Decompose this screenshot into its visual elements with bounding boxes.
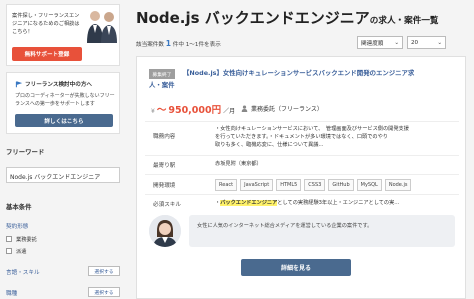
job-type-heading: 職種 bbox=[6, 291, 18, 297]
desc-line: 取りも多く、臨機応変に、仕様について異議... bbox=[215, 142, 324, 148]
beginner-description: プロのコーディネーターが失敗しないフリーランスへの第一歩をサポートします bbox=[15, 93, 115, 107]
person-icon bbox=[241, 105, 248, 112]
main-content: Node.js バックエンドエンジニアの求人・案件一覧 該当案件数 1 件中 1… bbox=[136, 0, 466, 299]
required-skills: ・バックエンドエンジニアとしての実務経験3年以上・エンジニアとしての実... bbox=[215, 199, 455, 207]
free-support-button[interactable]: 無料サポート登録 bbox=[12, 47, 82, 61]
row-value: ・女性向けキュレーションサービスにおいて、 管理画面及びサービス側の開発支援 を… bbox=[215, 125, 455, 149]
salary: ¥ 〜 950,000円 ／月 bbox=[151, 102, 235, 116]
view-details-button[interactable]: 詳細を見る bbox=[241, 259, 351, 276]
checkbox[interactable] bbox=[6, 236, 12, 242]
beginner-panel: フリーランス検討中の方へ プロのコーディネーターが失敗しないフリーランスへの第一… bbox=[6, 72, 120, 134]
status-badge: 募集終了 bbox=[149, 69, 175, 79]
support-banner[interactable]: 案件探し・フリーランスエンジニアになるためのご相談はこちら！ 無料サポート登録 bbox=[6, 4, 120, 66]
flag-icon bbox=[15, 80, 22, 87]
freeword-heading: フリーワード bbox=[6, 148, 45, 156]
salary-value: 950,000円 bbox=[168, 105, 222, 116]
chevron-down-icon: ⌄ bbox=[437, 39, 442, 46]
job-title-cont[interactable]: 人・案件 bbox=[149, 80, 175, 89]
row-description: 職務内容 ・女性向けキュレーションサービスにおいて、 管理画面及びサービス側の開… bbox=[145, 121, 459, 155]
row-label: 開発環境 bbox=[153, 183, 176, 189]
count-number: 1 bbox=[165, 39, 171, 48]
count-prefix: 該当案件数 bbox=[136, 42, 164, 48]
skills-list: React JavaScript HTML5 CSS3 GitHub MySQL Node.… bbox=[215, 179, 455, 191]
checkbox-label: 業務委託 bbox=[16, 236, 37, 243]
checkbox-outsourcing[interactable]: 業務委託 bbox=[6, 235, 66, 243]
consultants-image bbox=[87, 11, 117, 43]
skill-tag: MySQL bbox=[356, 179, 382, 191]
job-card: 募集終了 【Node.js】女性向けキュレーションサービスバックエンド開発のエン… bbox=[136, 56, 466, 299]
avatar bbox=[149, 215, 181, 247]
skill-tag: HTML5 bbox=[276, 179, 302, 191]
salary-prefix: 〜 bbox=[156, 105, 167, 116]
checkbox-label: 派遣 bbox=[16, 248, 27, 255]
checkbox[interactable] bbox=[6, 248, 12, 254]
contract-type-heading: 契約形態 bbox=[6, 224, 29, 230]
contract-text: 業務委託（フリーランス） bbox=[251, 106, 323, 113]
page-title-main: Node.js バックエンドエンジニア bbox=[136, 9, 370, 27]
skill-tag: React bbox=[215, 179, 238, 191]
contract-type: 業務委託（フリーランス） bbox=[241, 104, 323, 113]
sort-value: 関連度順 bbox=[361, 40, 384, 47]
coordinator-comment: 女性に人気のインターネット総合メディアを運営している企業の案件です。 bbox=[149, 213, 455, 249]
per-page-select[interactable]: 20 ⌄ bbox=[407, 36, 446, 49]
details-button[interactable]: 詳しくはこちら bbox=[15, 114, 113, 127]
count-suffix: 件中 1〜1件を表示 bbox=[172, 42, 221, 48]
row-label: 職務内容 bbox=[153, 134, 176, 140]
select-job-type-button[interactable]: 選択する bbox=[88, 287, 120, 297]
checkbox-dispatch[interactable]: 派遣 bbox=[6, 247, 66, 255]
freeword-input[interactable]: Node.js バックエンドエンジニア bbox=[6, 167, 120, 183]
skill-tag: CSS3 bbox=[304, 179, 326, 191]
sidebar: 案件探し・フリーランスエンジニアになるためのご相談はこちら！ 無料サポート登録 … bbox=[6, 0, 120, 299]
result-count: 該当案件数 1 件中 1〜1件を表示 bbox=[136, 39, 221, 48]
req-highlight: バックエンドエンジニア bbox=[220, 200, 278, 206]
station-value: 赤坂見附（東京都） bbox=[215, 161, 262, 167]
req-rest: としての実務経験3年以上・エンジニアとしての実... bbox=[277, 200, 400, 206]
desc-line: を行っていただきます。・ドキュメントが多い環境ではなく、口頭でのやり bbox=[215, 134, 388, 140]
skill-tag: GitHub bbox=[328, 179, 354, 191]
row-station: 最寄り駅 赤坂見附（東京都） bbox=[145, 155, 459, 174]
beginner-title-text: フリーランス検討中の方へ bbox=[25, 82, 93, 88]
row-required: 必須スキル ・バックエンドエンジニアとしての実務経験3年以上・エンジニアとしての… bbox=[145, 194, 459, 212]
comment-text: 女性に人気のインターネット総合メディアを運営している企業の案件です。 bbox=[189, 215, 455, 247]
select-language-button[interactable]: 選択する bbox=[88, 266, 120, 276]
beginner-title: フリーランス検討中の方へ bbox=[15, 80, 92, 88]
salary-unit: ／月 bbox=[223, 108, 236, 115]
skill-tag: JavaScript bbox=[240, 179, 274, 191]
page-title: Node.js バックエンドエンジニアの求人・案件一覧 bbox=[136, 7, 439, 28]
job-title[interactable]: 【Node.js】女性向けキュレーションサービスバックエンド開発のエンジニア求 bbox=[183, 68, 414, 77]
per-page-value: 20 bbox=[411, 39, 419, 46]
row-label: 必須スキル bbox=[153, 202, 181, 208]
yen-icon: ¥ bbox=[151, 108, 155, 115]
chevron-down-icon: ⌄ bbox=[394, 39, 399, 46]
banner-text: 案件探し・フリーランスエンジニアになるためのご相談はこちら！ bbox=[12, 13, 80, 35]
page-title-suffix: の求人・案件一覧 bbox=[369, 16, 439, 26]
sort-select[interactable]: 関連度順 ⌄ bbox=[357, 36, 403, 49]
row-environment: 開発環境 React JavaScript HTML5 CSS3 GitHub MySQL… bbox=[145, 174, 459, 194]
basic-conditions-heading: 基本条件 bbox=[6, 203, 32, 211]
skill-tag: Node.js bbox=[384, 179, 412, 191]
desc-line: ・女性向けキュレーションサービスにおいて、 管理画面及びサービス側の開発支援 bbox=[215, 126, 409, 132]
language-skill-heading: 言語・スキル bbox=[6, 270, 40, 276]
row-label: 最寄り駅 bbox=[153, 163, 176, 169]
